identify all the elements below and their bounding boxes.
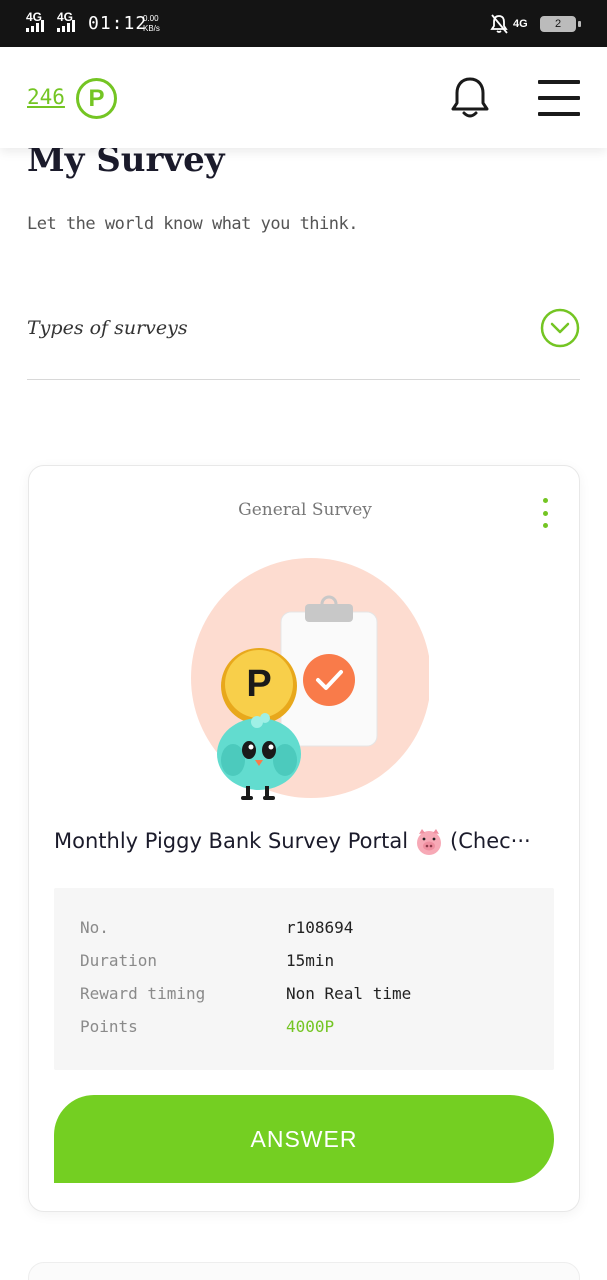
survey-card: General Survey P Monthly Piggy Bank Surv…	[28, 465, 580, 1212]
battery-icon: 2	[540, 0, 581, 47]
bell-icon[interactable]	[450, 75, 490, 121]
app-header: 246 P	[0, 47, 607, 148]
survey-types-dropdown[interactable]: Types of surveys	[27, 306, 580, 380]
survey-title-text: Monthly Piggy Bank Survey Portal	[54, 829, 409, 853]
next-survey-card	[28, 1262, 580, 1280]
answer-button[interactable]: ANSWER	[54, 1095, 554, 1183]
status-bar: 4G 4G 01:12 0.00 KB/s 4G 2	[0, 0, 607, 47]
detail-label: Points	[80, 1017, 138, 1036]
survey-illustration: P	[191, 558, 429, 800]
detail-label: Duration	[80, 951, 158, 970]
more-options-icon[interactable]	[533, 498, 557, 528]
survey-title-suffix: (Chec···	[450, 829, 531, 853]
survey-category: General Survey	[238, 500, 372, 520]
survey-details: No. r108694 Duration 15min Reward timing…	[54, 888, 554, 1070]
detail-label: No.	[80, 918, 109, 937]
detail-row-points: Points 4000P	[80, 1017, 540, 1043]
detail-value: r108694	[286, 918, 354, 937]
notifications-off-icon	[490, 0, 508, 47]
points-icon[interactable]: P	[76, 78, 117, 119]
pig-icon	[417, 829, 442, 855]
detail-value: 4000P	[286, 1017, 335, 1036]
detail-row-duration: Duration 15min	[80, 951, 540, 977]
detail-value: 15min	[286, 951, 335, 970]
network-type: 4G	[513, 17, 528, 30]
page-subtitle: Let the world know what you think.	[27, 214, 359, 234]
survey-title[interactable]: Monthly Piggy Bank Survey Portal (Chec··…	[54, 828, 554, 856]
detail-row-reward-timing: Reward timing Non Real time	[80, 984, 540, 1010]
clock: 01:12	[88, 13, 148, 34]
detail-value: Non Real time	[286, 984, 412, 1003]
chevron-down-icon[interactable]	[540, 308, 580, 348]
network-speed: 0.00 KB/s	[143, 13, 160, 33]
points-balance-link[interactable]: 246	[27, 85, 65, 109]
svg-text:P: P	[246, 663, 271, 705]
survey-types-label: Types of surveys	[27, 317, 188, 339]
detail-row-number: No. r108694	[80, 918, 540, 944]
detail-label: Reward timing	[80, 984, 206, 1003]
menu-icon[interactable]	[538, 80, 580, 116]
